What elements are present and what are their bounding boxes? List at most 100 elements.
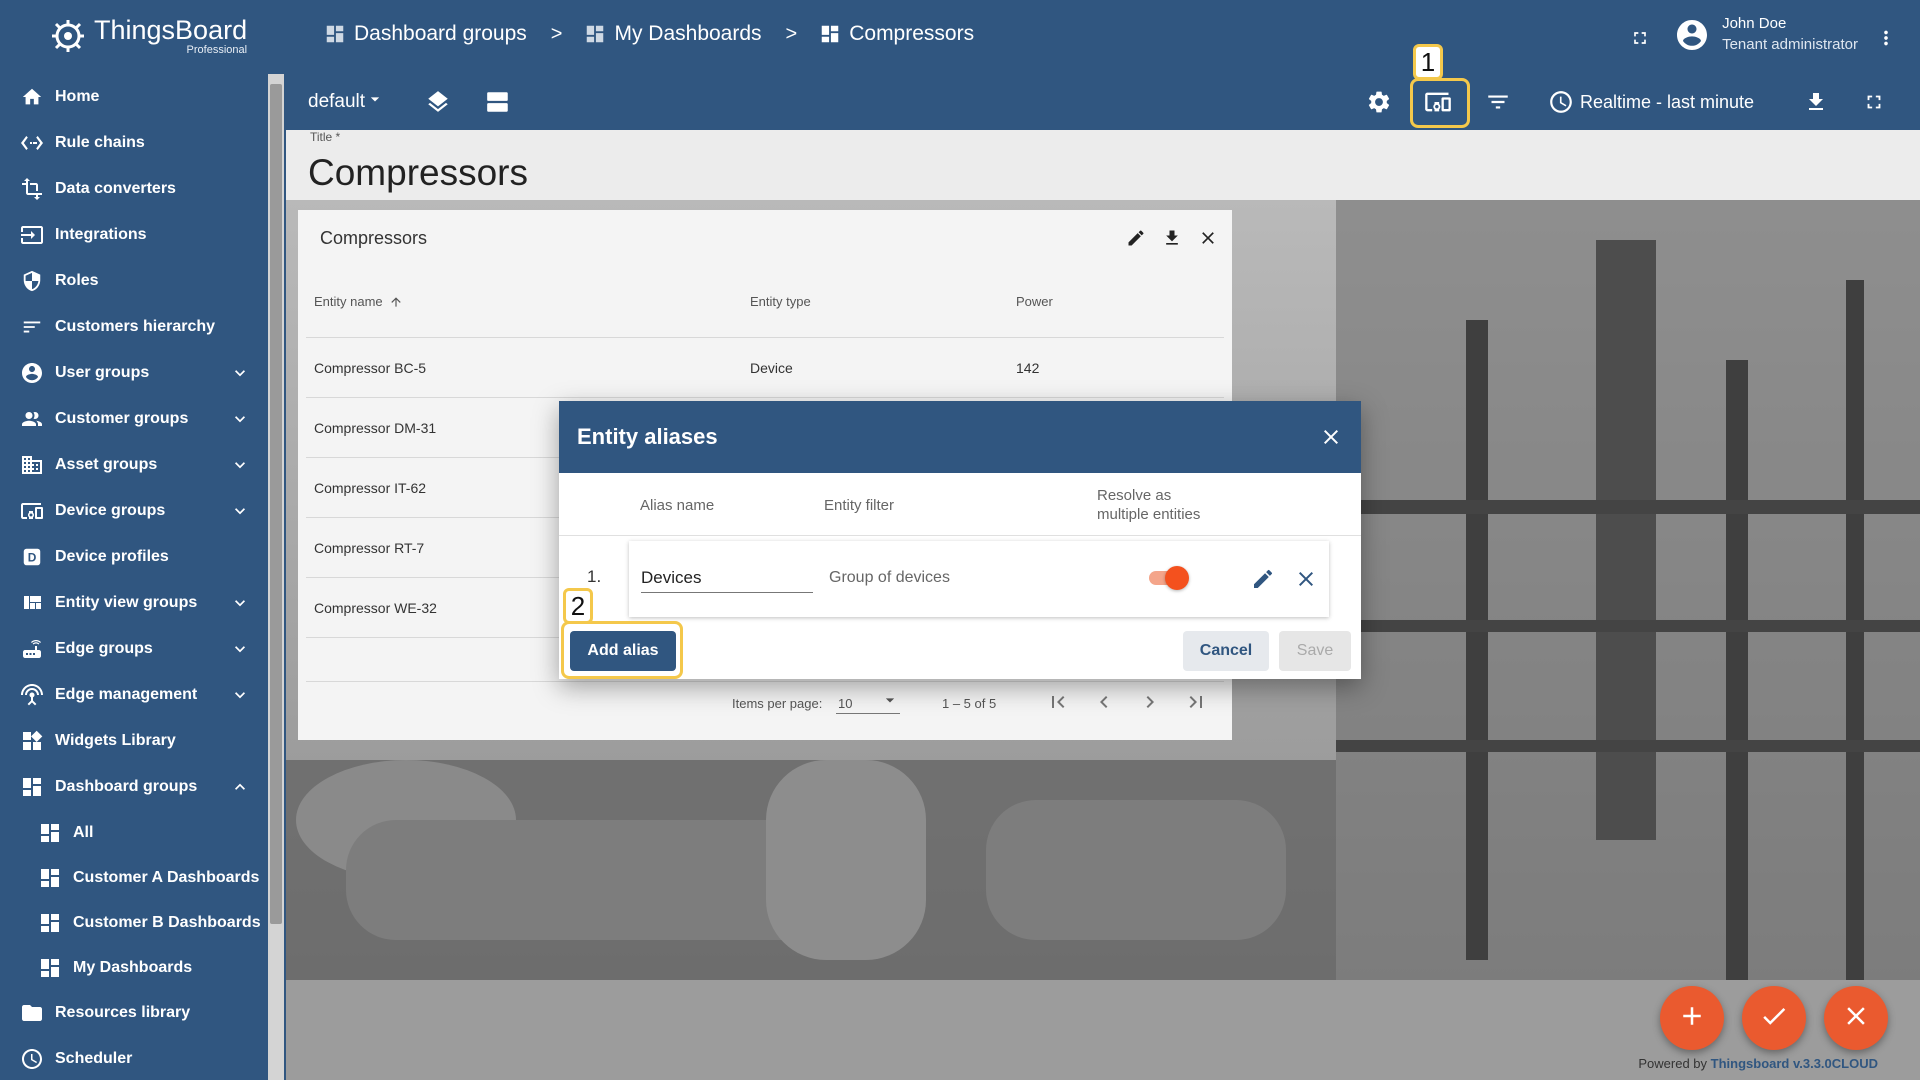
sidebar-item-label: Customer B Dashboards xyxy=(73,913,261,931)
sidebar-nav: Home Rule chains Data converters Integra… xyxy=(0,74,268,1080)
sidebar-item-entity-view-groups[interactable]: Entity view groups xyxy=(0,580,268,626)
sidebar-item-device-profiles[interactable]: D Device profiles xyxy=(0,534,268,580)
sidebar-subitem-customer-b-dashboards[interactable]: Customer B Dashboards xyxy=(0,900,268,945)
page-range: 1 – 5 of 5 xyxy=(942,696,997,711)
sidebar-item-label: Home xyxy=(55,88,100,105)
footer-version-link[interactable]: Thingsboard v.3.3.0CLOUD xyxy=(1711,1056,1878,1071)
annotation-badge-1: 1 xyxy=(1413,44,1443,80)
add-widget-button[interactable] xyxy=(1660,986,1724,1050)
sidebar-subitem-my-dashboards[interactable]: My Dashboards xyxy=(0,945,268,990)
breadcrumb-item[interactable]: My Dashboards xyxy=(584,22,762,46)
sidebar-item-label: My Dashboards xyxy=(73,958,193,976)
sidebar-item-roles[interactable]: Roles xyxy=(0,258,268,304)
download-icon[interactable] xyxy=(1160,226,1184,250)
cell-entity-name: Compressor WE-32 xyxy=(314,600,437,616)
dialog-header: Entity aliases xyxy=(559,401,1361,473)
dashboard-icon xyxy=(584,23,606,45)
breadcrumb-item-current: Compressors xyxy=(819,22,974,46)
alias-entity-filter: Group of devices xyxy=(829,569,950,586)
breadcrumb-label: Dashboard groups xyxy=(354,22,527,45)
column-header-entity-name[interactable]: Entity name xyxy=(314,294,403,309)
dashboard-title[interactable]: Compressors xyxy=(308,152,528,194)
timewindow-button[interactable]: Realtime - last minute xyxy=(1548,86,1754,118)
sidebar-item-rule-chains[interactable]: Rule chains xyxy=(0,120,268,166)
discard-changes-button[interactable] xyxy=(1824,986,1888,1050)
sidebar-item-edge-groups[interactable]: Edge groups xyxy=(0,626,268,672)
filter-list-icon[interactable] xyxy=(1484,88,1512,116)
sidebar-scrollbar-thumb[interactable] xyxy=(270,84,282,924)
sidebar-item-label: All xyxy=(73,823,94,841)
dashboard-icon xyxy=(20,775,44,799)
state-select[interactable]: default xyxy=(308,88,385,116)
header-resolve-line2: multiple entities xyxy=(1097,506,1201,523)
cell-entity-name: Compressor RT-7 xyxy=(314,540,425,556)
annotation-badge-2: 2 xyxy=(563,588,593,624)
sidebar-item-scheduler[interactable]: Scheduler xyxy=(0,1036,268,1080)
sidebar-item-widgets-library[interactable]: Widgets Library xyxy=(0,718,268,764)
fullscreen-icon[interactable] xyxy=(1860,88,1888,116)
widgets-icon xyxy=(20,729,44,753)
alias-name-input[interactable] xyxy=(641,563,813,593)
view-quilt-icon xyxy=(20,591,44,615)
chevron-right-icon[interactable] xyxy=(1138,690,1162,717)
cell-entity-name: Compressor IT-62 xyxy=(314,480,427,496)
sidebar-subitem-all[interactable]: All xyxy=(0,810,268,855)
header-alias-name: Alias name xyxy=(640,497,715,514)
user-menu[interactable]: John Doe Tenant administrator xyxy=(1674,14,1858,56)
close-icon[interactable] xyxy=(1294,567,1318,591)
sidebar-item-data-converters[interactable]: Data converters xyxy=(0,166,268,212)
settings-ethernet-icon xyxy=(20,131,44,155)
input-icon xyxy=(20,223,44,247)
items-per-page-value: 10 xyxy=(838,696,853,711)
sidebar-item-user-groups[interactable]: User groups xyxy=(0,350,268,396)
sidebar-item-asset-groups[interactable]: Asset groups xyxy=(0,442,268,488)
timewindow-label: Realtime - last minute xyxy=(1580,91,1755,112)
resolve-multiple-toggle[interactable] xyxy=(1145,565,1189,591)
dialog-title: Entity aliases xyxy=(577,424,718,449)
fullscreen-icon[interactable] xyxy=(1628,26,1652,50)
items-per-page-select[interactable]: 10 xyxy=(836,688,900,714)
column-header-power[interactable]: Power xyxy=(1016,294,1053,309)
chevron-down-icon xyxy=(230,363,250,383)
sidebar-item-resources-library[interactable]: Resources library xyxy=(0,990,268,1036)
logo[interactable]: ThingsBoard Professional xyxy=(0,0,286,72)
plus-icon xyxy=(1677,1001,1707,1036)
cancel-button[interactable]: Cancel xyxy=(1183,631,1269,671)
widget-title: Compressors xyxy=(320,228,428,248)
cell-entity-type: Device xyxy=(750,360,793,376)
close-icon[interactable] xyxy=(1196,226,1220,250)
sidebar-subitem-customer-a-dashboards[interactable]: Customer A Dashboards xyxy=(0,855,268,900)
more-vert-icon[interactable] xyxy=(1874,26,1898,50)
layers-icon[interactable] xyxy=(424,88,452,116)
edit-icon[interactable] xyxy=(1124,226,1148,250)
settings-input-antenna-icon xyxy=(20,683,44,707)
sidebar-item-home[interactable]: Home xyxy=(0,74,268,120)
chevron-down-icon xyxy=(230,409,250,429)
download-icon[interactable] xyxy=(1802,88,1830,116)
logo-text: ThingsBoard xyxy=(94,14,248,45)
sidebar-item-label: Customer A Dashboards xyxy=(73,868,260,886)
dashboard-icon xyxy=(38,866,62,890)
first-page-icon[interactable] xyxy=(1046,690,1070,717)
sidebar-item-edge-management[interactable]: Edge management xyxy=(0,672,268,718)
close-icon[interactable] xyxy=(1319,425,1343,449)
settings-icon[interactable] xyxy=(1365,88,1393,116)
sidebar-item-dashboard-groups[interactable]: Dashboard groups xyxy=(0,764,268,810)
alias-row-index: 1. xyxy=(587,567,602,586)
view-agenda-icon[interactable] xyxy=(484,88,512,116)
breadcrumb-item[interactable]: Dashboard groups xyxy=(324,22,527,46)
domain-icon xyxy=(20,453,44,477)
sidebar-item-customer-groups[interactable]: Customer groups xyxy=(0,396,268,442)
table-row[interactable]: Compressor BC-5 Device 142 xyxy=(306,338,1224,398)
account-circle-icon xyxy=(1674,17,1710,53)
last-page-icon[interactable] xyxy=(1184,690,1208,717)
sidebar-item-customers-hierarchy[interactable]: Customers hierarchy xyxy=(0,304,268,350)
edit-icon[interactable] xyxy=(1251,567,1275,591)
save-button[interactable]: Save xyxy=(1279,631,1351,671)
column-header-entity-type[interactable]: Entity type xyxy=(750,294,811,309)
sidebar-item-label: Entity view groups xyxy=(55,594,198,611)
sidebar-item-integrations[interactable]: Integrations xyxy=(0,212,268,258)
chevron-left-icon[interactable] xyxy=(1092,690,1116,717)
sidebar-item-device-groups[interactable]: Device groups xyxy=(0,488,268,534)
apply-changes-button[interactable] xyxy=(1742,986,1806,1050)
